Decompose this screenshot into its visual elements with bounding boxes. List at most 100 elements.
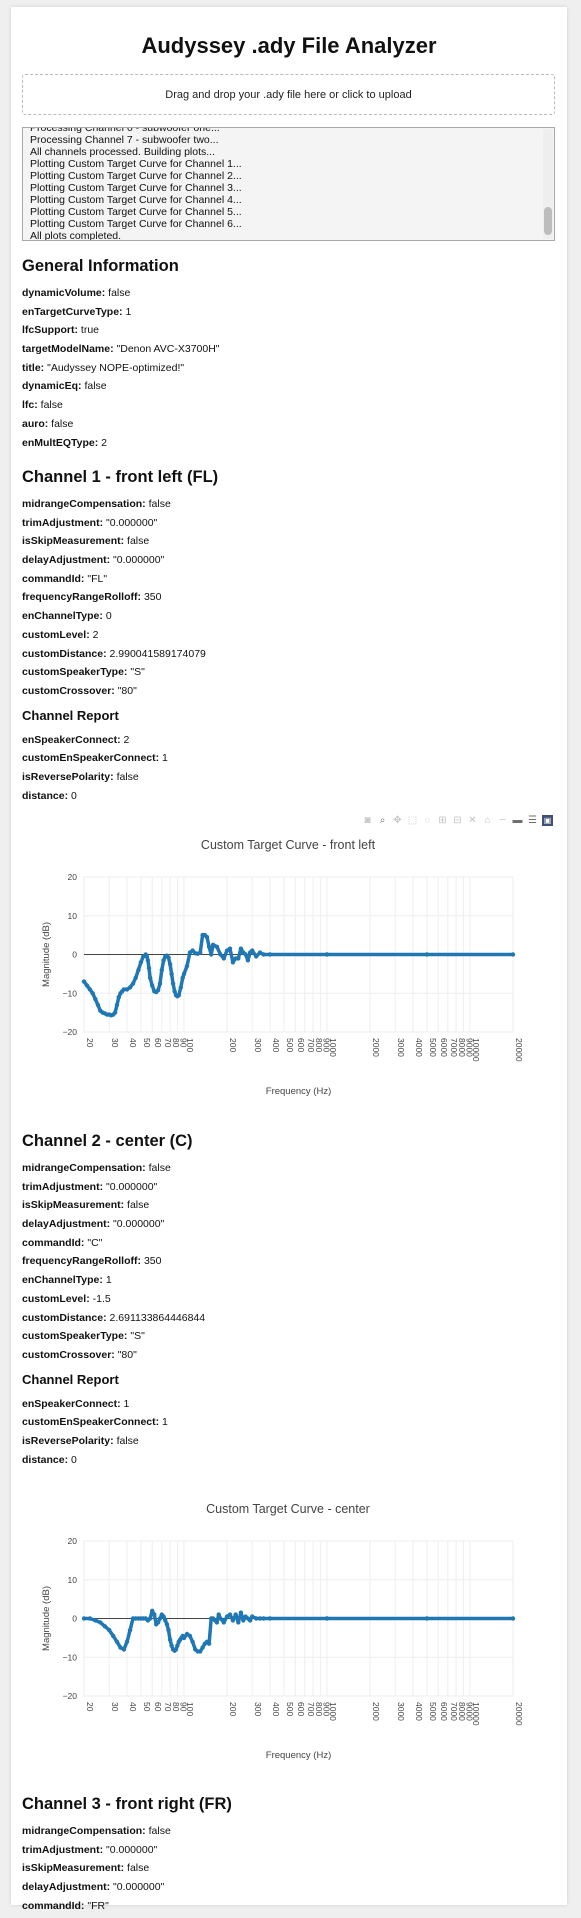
log-line: All plots completed. [30, 230, 122, 241]
plot-modebar: ◙ ⌕ ✥ ⬚ ◌ ⊞ ⊟ ✕ ⌂ ┄ ▬ ☰ ▣ [362, 813, 553, 827]
data-point [107, 1627, 112, 1633]
channel-1-heading: Channel 1 - front left (FL) [22, 468, 219, 486]
field-key: dynamicVolume: [22, 287, 106, 299]
data-point [93, 1618, 98, 1623]
data-point [87, 987, 93, 992]
data-point [121, 1647, 127, 1652]
x-tick-label: 20 [85, 1702, 95, 1712]
data-point [241, 1618, 246, 1623]
field-value: "0.000000" [106, 1180, 158, 1193]
field-row: frequencyRangeRolloff: 350 [22, 1255, 555, 1274]
file-dropzone[interactable]: Drag and drop your .ady file here or cli… [22, 74, 555, 115]
channel-2-section: Channel 2 - center (C) midrangeCompensat… [22, 1132, 555, 1472]
field-value: "S" [130, 1330, 145, 1343]
field-value: false [116, 1434, 139, 1447]
data-point [230, 1618, 236, 1623]
field-key: isReversePolarity: [22, 1434, 114, 1447]
data-point [150, 1608, 155, 1613]
data-point [155, 988, 161, 993]
field-row: isReversePolarity: false [22, 1435, 555, 1454]
field-value: 350 [143, 1255, 162, 1268]
data-point [267, 952, 273, 957]
field-value: "Audyssey NOPE-optimized!" [47, 361, 185, 374]
hover-compare-icon[interactable]: ☰ [527, 815, 538, 826]
field-row: title: "Audyssey NOPE-optimized!" [22, 362, 555, 381]
field-value: false [127, 535, 150, 548]
data-point [147, 975, 153, 980]
status-log-lines: Processing Channel 6 - subwoofer one... P… [30, 128, 242, 241]
data-point [218, 952, 223, 957]
data-point [87, 1616, 93, 1621]
x-tick-label: 60 [153, 1038, 163, 1048]
x-tick-label: 50 [142, 1038, 152, 1048]
x-tick-label: 40 [128, 1702, 138, 1712]
data-point [198, 1649, 203, 1654]
data-point [111, 1633, 116, 1639]
field-row: customDistance: 2.691133864446844 [22, 1312, 555, 1331]
dropzone-label: Drag and drop your .ady file here or cli… [165, 88, 412, 101]
spike-lines-icon[interactable]: ┄ [497, 815, 508, 826]
field-row: midrangeCompensation: false [22, 498, 555, 517]
pan-icon[interactable]: ✥ [392, 815, 403, 826]
field-row: customLevel: 2 [22, 629, 555, 648]
field-value: "FR" [87, 1899, 109, 1912]
data-point [206, 1641, 212, 1646]
field-row: trimAdjustment: "0.000000" [22, 1844, 555, 1863]
camera-icon[interactable]: ◙ [362, 815, 373, 826]
zoom-out-icon[interactable]: ⊟ [452, 815, 463, 826]
data-point [81, 1616, 87, 1621]
data-point [166, 1627, 171, 1633]
field-key: title: [22, 361, 45, 374]
field-row: isSkipMeasurement: false [22, 1862, 555, 1881]
x-tick-label: 20000 [514, 1702, 524, 1726]
field-key: enSpeakerConnect: [22, 733, 121, 746]
x-tick-label: 100 [185, 1702, 195, 1716]
general-info-fields: dynamicVolume: false enTargetCurveType: 1… [22, 287, 555, 455]
field-value: false [148, 1162, 171, 1174]
status-log[interactable]: Processing Channel 6 - subwoofer one... P… [22, 127, 555, 241]
x-tick-label: 1000 [328, 1702, 338, 1721]
box-select-icon[interactable]: ⬚ [407, 815, 418, 826]
data-point [261, 952, 266, 957]
field-value: "0.000000" [106, 1843, 158, 1856]
data-point [98, 1620, 103, 1625]
field-row: enChannelType: 0 [22, 610, 555, 629]
field-row: frequencyRangeRolloff: 350 [22, 591, 555, 610]
field-row: lfcSupport: true [22, 324, 555, 343]
field-value: "80" [117, 684, 137, 697]
field-key: lfcSupport: [22, 324, 78, 337]
zoom-in-icon[interactable]: ⊞ [437, 815, 448, 826]
reset-axes-icon[interactable]: ⌂ [482, 815, 493, 826]
x-axis-label: Frequency (Hz) [266, 1750, 331, 1761]
log-scrollbar-thumb[interactable] [544, 207, 552, 235]
log-line: Plotting Custom Target Curve for Channel… [30, 158, 242, 170]
field-value: "0.000000" [113, 1881, 165, 1894]
x-tick-label: 500 [285, 1702, 295, 1716]
field-key: customSpeakerType: [22, 666, 128, 679]
field-value: false [148, 498, 171, 510]
x-tick-label: 3000 [396, 1038, 406, 1057]
field-value: "0.000000" [113, 554, 165, 567]
hover-closest-icon[interactable]: ▬ [512, 815, 523, 826]
autoscale-icon[interactable]: ✕ [467, 815, 478, 826]
log-scrollbar[interactable] [543, 129, 553, 239]
field-value: 0 [71, 1453, 77, 1466]
field-row: customDistance: 2.990041589174079 [22, 648, 555, 667]
plotly-logo-icon[interactable]: ▣ [542, 814, 553, 826]
field-row: customSpeakerType: "S" [22, 666, 555, 685]
general-info-heading: General Information [22, 257, 179, 275]
x-tick-label: 2000 [371, 1702, 381, 1721]
data-point [233, 1612, 238, 1617]
data-point [204, 934, 210, 940]
plot-center[interactable]: Custom Target Curve - center −20 −10 0 10 20 2… [22, 1477, 555, 1767]
zoom-icon[interactable]: ⌕ [377, 815, 388, 826]
lasso-icon[interactable]: ◌ [422, 815, 433, 826]
field-key: midrangeCompensation: [22, 1825, 146, 1837]
log-line: Plotting Custom Target Curve for Channel… [30, 182, 242, 194]
field-key: isSkipMeasurement: [22, 1199, 125, 1212]
field-key: distance: [22, 789, 69, 802]
field-value: false [40, 399, 63, 412]
y-tick-label: 10 [68, 1575, 78, 1585]
plot-front-left[interactable]: ◙ ⌕ ✥ ⬚ ◌ ⊞ ⊟ ✕ ⌂ ┄ ▬ ☰ ▣ Custom Target Curve - fron… [22, 813, 555, 1103]
field-key: delayAdjustment: [22, 554, 111, 567]
